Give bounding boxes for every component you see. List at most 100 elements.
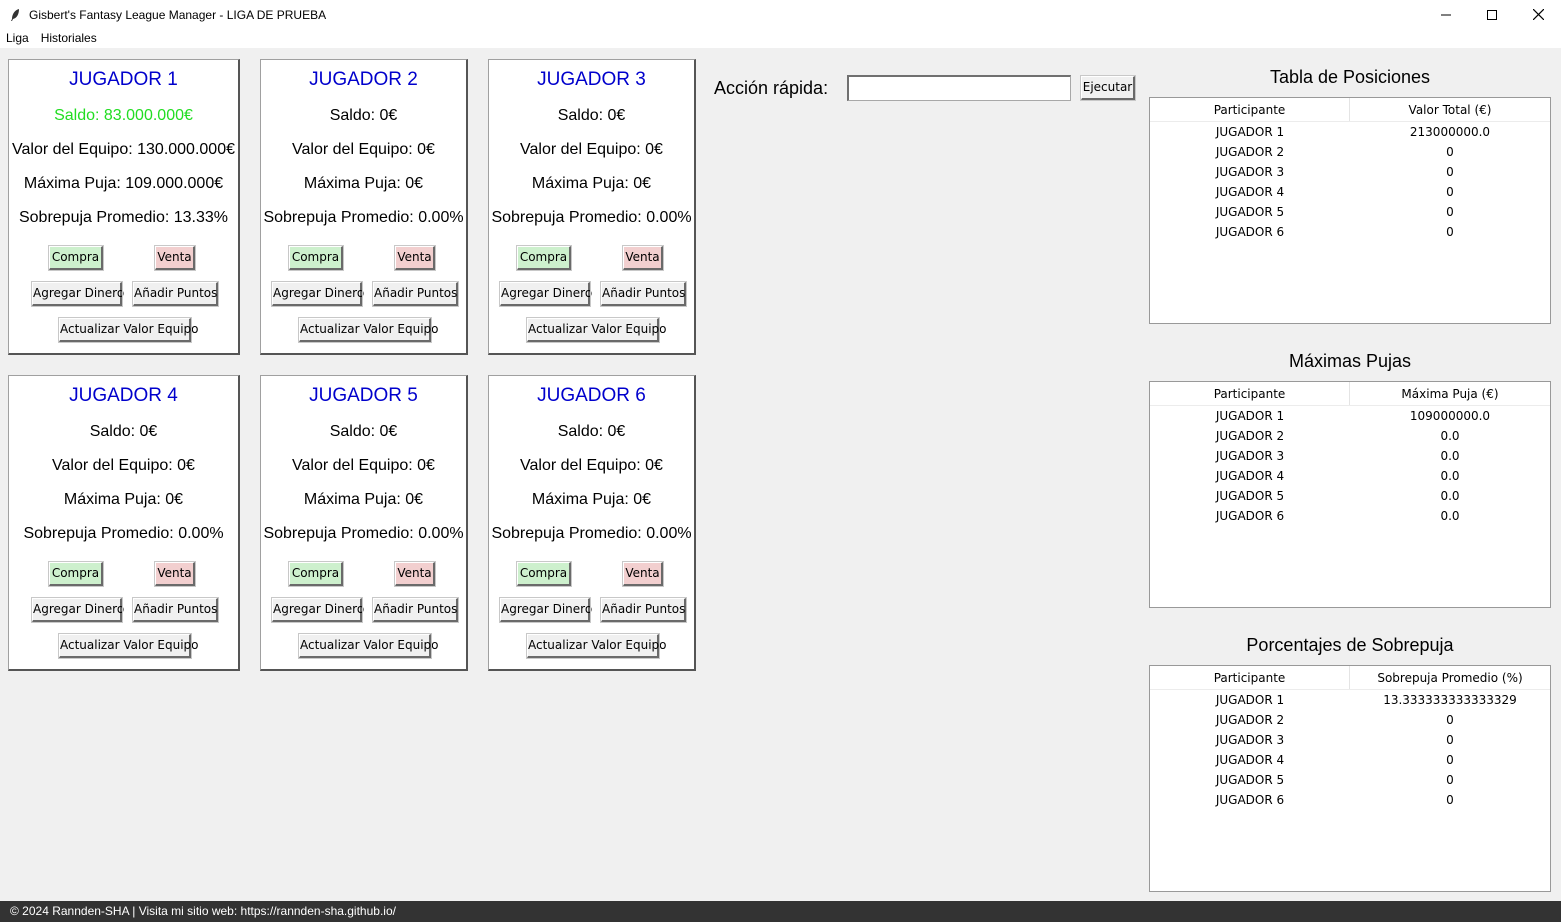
value-cell: 0: [1446, 165, 1454, 179]
add-money-button[interactable]: Agregar Dinero: [499, 281, 592, 307]
player-card-4: JUGADOR 4 Saldo: 0€ Valor del Equipo: 0€ Má…: [8, 375, 240, 671]
add-points-button[interactable]: Añadir Puntos: [372, 597, 459, 623]
update-team-value-button[interactable]: Actualizar Valor Equipo: [58, 317, 198, 343]
table-row[interactable]: JUGADOR 2 0.0: [1150, 426, 1550, 446]
table-row[interactable]: JUGADOR 4 0: [1150, 750, 1550, 770]
update-team-value-button[interactable]: Actualizar Valor Equipo: [526, 317, 666, 343]
quick-action-label: Acción rápida:: [714, 78, 829, 98]
player-avg-overbid: Sobrepuja Promedio: 0.00%: [263, 209, 464, 226]
player-name: JUGADOR 1: [69, 69, 178, 90]
sell-button[interactable]: Venta: [394, 245, 436, 271]
maximize-icon: [1487, 9, 1497, 20]
column-header-value[interactable]: Máxima Puja (€): [1350, 382, 1550, 405]
add-points-button[interactable]: Añadir Puntos: [600, 597, 687, 623]
sell-button[interactable]: Venta: [394, 561, 436, 587]
add-points-button[interactable]: Añadir Puntos: [600, 281, 687, 307]
table-row[interactable]: JUGADOR 3 0: [1150, 730, 1550, 750]
quick-action-input[interactable]: [847, 75, 1071, 101]
close-button[interactable]: [1515, 0, 1561, 29]
participant-cell: JUGADOR 1: [1215, 693, 1285, 707]
value-cell: 109000000.0: [1409, 409, 1491, 423]
table-row[interactable]: JUGADOR 5 0: [1150, 202, 1550, 222]
player-avg-overbid: Sobrepuja Promedio: 0.00%: [491, 209, 692, 226]
value-cell: 0: [1446, 205, 1454, 219]
overbid-percentages-table[interactable]: Participante Sobrepuja Promedio (%) JUGADO…: [1149, 665, 1551, 892]
footer: © 2024 Rannden-SHA | Visita mi sitio web…: [0, 901, 1561, 922]
table-row[interactable]: JUGADOR 2 0: [1150, 710, 1550, 730]
participant-cell: JUGADOR 2: [1215, 145, 1285, 159]
value-cell: 13.333333333333329: [1383, 693, 1517, 707]
buy-button[interactable]: Compra: [516, 561, 572, 587]
update-team-value-button[interactable]: Actualizar Valor Equipo: [298, 633, 438, 659]
player-card-2: JUGADOR 2 Saldo: 0€ Valor del Equipo: 0€ Má…: [260, 59, 468, 355]
player-card-5: JUGADOR 5 Saldo: 0€ Valor del Equipo: 0€ Má…: [260, 375, 468, 671]
table-row[interactable]: JUGADOR 1 13.333333333333329: [1150, 690, 1550, 710]
table-row[interactable]: JUGADOR 5 0: [1150, 770, 1550, 790]
add-money-button[interactable]: Agregar Dinero: [271, 281, 364, 307]
table-row[interactable]: JUGADOR 5 0.0: [1150, 486, 1550, 506]
minimize-button[interactable]: [1423, 0, 1469, 29]
maximize-button[interactable]: [1469, 0, 1515, 29]
add-points-button[interactable]: Añadir Puntos: [132, 281, 219, 307]
add-money-button[interactable]: Agregar Dinero: [499, 597, 592, 623]
player-card-6: JUGADOR 6 Saldo: 0€ Valor del Equipo: 0€ Má…: [488, 375, 696, 671]
participant-cell: JUGADOR 2: [1215, 429, 1285, 443]
standings-title: Tabla de Posiciones: [1269, 67, 1431, 87]
menu-liga[interactable]: Liga: [0, 29, 35, 48]
standings-table[interactable]: Participante Valor Total (€) JUGADOR 1 2130…: [1149, 97, 1551, 324]
update-team-value-button[interactable]: Actualizar Valor Equipo: [526, 633, 666, 659]
buy-button[interactable]: Compra: [288, 245, 344, 271]
participant-cell: JUGADOR 3: [1215, 449, 1285, 463]
max-bids-title: Máximas Pujas: [1288, 351, 1412, 371]
value-cell: 0: [1446, 145, 1454, 159]
execute-button[interactable]: Ejecutar: [1080, 75, 1136, 101]
player-avg-overbid: Sobrepuja Promedio: 13.33%: [18, 209, 229, 226]
table-row[interactable]: JUGADOR 3 0.0: [1150, 446, 1550, 466]
add-points-button[interactable]: Añadir Puntos: [132, 597, 219, 623]
value-cell: 213000000.0: [1409, 125, 1491, 139]
column-header-participant[interactable]: Participante: [1150, 666, 1350, 689]
buy-button[interactable]: Compra: [288, 561, 344, 587]
menu-bar: Liga Historiales: [0, 29, 1561, 48]
participant-cell: JUGADOR 4: [1215, 185, 1285, 199]
player-balance: Saldo: 0€: [89, 423, 158, 440]
buy-button[interactable]: Compra: [48, 561, 104, 587]
table-row[interactable]: JUGADOR 6 0: [1150, 222, 1550, 242]
overbid-percentages-title: Porcentajes de Sobrepuja: [1246, 635, 1454, 655]
table-row[interactable]: JUGADOR 6 0: [1150, 790, 1550, 810]
sell-button[interactable]: Venta: [154, 561, 196, 587]
add-money-button[interactable]: Agregar Dinero: [31, 597, 124, 623]
player-card-3: JUGADOR 3 Saldo: 0€ Valor del Equipo: 0€ Má…: [488, 59, 696, 355]
menu-historiales[interactable]: Historiales: [35, 29, 103, 48]
player-balance: Saldo: 0€: [557, 423, 626, 440]
player-max-bid: Máxima Puja: 0€: [531, 491, 652, 508]
max-bids-table[interactable]: Participante Máxima Puja (€) JUGADOR 1 1090…: [1149, 381, 1551, 608]
add-points-button[interactable]: Añadir Puntos: [372, 281, 459, 307]
add-money-button[interactable]: Agregar Dinero: [31, 281, 124, 307]
value-cell: 0: [1446, 225, 1454, 239]
title-bar: Gisbert's Fantasy League Manager - LIGA …: [0, 0, 1561, 29]
feather-icon: [11, 8, 19, 21]
table-row[interactable]: JUGADOR 1 213000000.0: [1150, 122, 1550, 142]
table-row[interactable]: JUGADOR 3 0: [1150, 162, 1550, 182]
update-team-value-button[interactable]: Actualizar Valor Equipo: [298, 317, 438, 343]
table-row[interactable]: JUGADOR 4 0.0: [1150, 466, 1550, 486]
buy-button[interactable]: Compra: [48, 245, 104, 271]
update-team-value-button[interactable]: Actualizar Valor Equipo: [58, 633, 198, 659]
table-row[interactable]: JUGADOR 2 0: [1150, 142, 1550, 162]
buy-button[interactable]: Compra: [516, 245, 572, 271]
column-header-participant[interactable]: Participante: [1150, 382, 1350, 405]
table-row[interactable]: JUGADOR 4 0: [1150, 182, 1550, 202]
sell-button[interactable]: Venta: [622, 561, 664, 587]
column-header-value[interactable]: Sobrepuja Promedio (%): [1350, 666, 1550, 689]
column-header-participant[interactable]: Participante: [1150, 98, 1350, 121]
sell-button[interactable]: Venta: [154, 245, 196, 271]
table-row[interactable]: JUGADOR 1 109000000.0: [1150, 406, 1550, 426]
player-team-value: Valor del Equipo: 0€: [52, 457, 195, 474]
sell-button[interactable]: Venta: [622, 245, 664, 271]
participant-cell: JUGADOR 6: [1215, 225, 1285, 239]
column-header-value[interactable]: Valor Total (€): [1350, 98, 1550, 121]
player-avg-overbid: Sobrepuja Promedio: 0.00%: [491, 525, 692, 542]
add-money-button[interactable]: Agregar Dinero: [271, 597, 364, 623]
table-row[interactable]: JUGADOR 6 0.0: [1150, 506, 1550, 526]
